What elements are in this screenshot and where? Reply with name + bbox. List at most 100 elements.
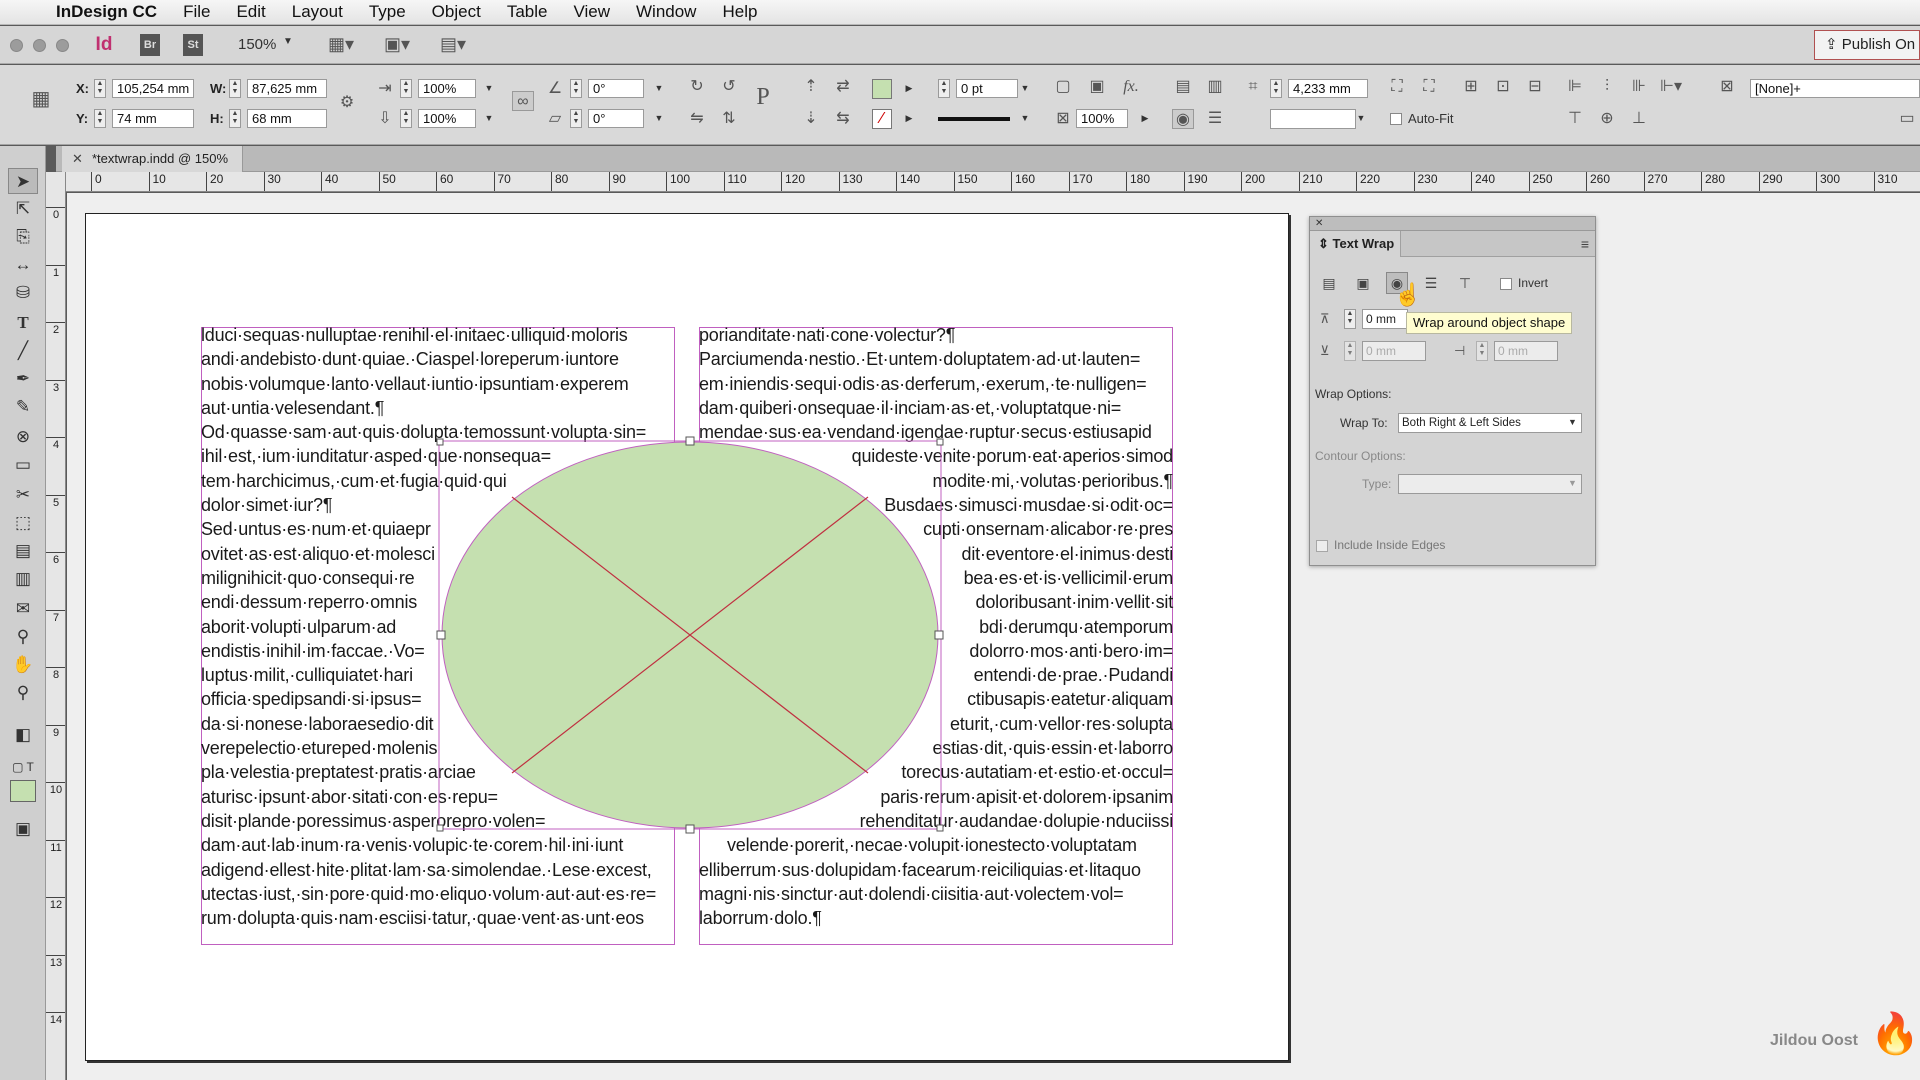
- center-content-icon[interactable]: ⊡: [1492, 77, 1514, 97]
- direct-selection-tool-icon[interactable]: ⇱: [8, 196, 38, 222]
- document-tab[interactable]: ✕ *textwrap.indd @ 150%: [62, 146, 244, 172]
- selection-handle[interactable]: [936, 824, 944, 832]
- fill-stroke-icon[interactable]: ◧: [8, 722, 38, 748]
- align-top-icon[interactable]: ⊤: [1564, 109, 1586, 129]
- menu-object[interactable]: Object: [432, 2, 481, 22]
- menu-table[interactable]: Table: [507, 2, 548, 22]
- contour-type-select[interactable]: [1398, 474, 1582, 494]
- selection-handle[interactable]: [936, 438, 944, 446]
- select-container-icon[interactable]: ⇡: [800, 77, 822, 97]
- menu-help[interactable]: Help: [722, 2, 757, 22]
- close-icon[interactable]: ✕: [1315, 218, 1323, 229]
- menu-layout[interactable]: Layout: [292, 2, 343, 22]
- stock-icon[interactable]: St: [183, 34, 203, 56]
- selection-handle[interactable]: [934, 630, 944, 640]
- chevron-down-icon[interactable]: ▼: [1018, 79, 1032, 98]
- right-offset-field[interactable]: 0 mm: [1494, 341, 1558, 361]
- x-stepper[interactable]: ▲ ▼: [94, 79, 106, 98]
- fit-content-icon[interactable]: ⛶: [1418, 77, 1440, 97]
- view-options-icon[interactable]: ▦▾: [328, 34, 354, 55]
- stroke-none-swatch[interactable]: ⁄: [872, 109, 892, 129]
- wrap-bounding-box-icon[interactable]: ▣: [1352, 272, 1374, 294]
- align-bottom-icon[interactable]: ⊥: [1628, 109, 1650, 129]
- align-vertical-center-icon[interactable]: ⊕: [1596, 109, 1618, 129]
- top-offset-stepper[interactable]: ▲ ▼: [1344, 309, 1356, 329]
- window-close-button[interactable]: [10, 39, 23, 52]
- wrap-to-select[interactable]: Both Right & Left Sides: [1398, 413, 1582, 433]
- y-field[interactable]: 74 mm: [112, 109, 194, 128]
- panel-top-bar[interactable]: ✕: [1310, 217, 1595, 231]
- align-horizontal-center-icon[interactable]: ⫶: [1596, 77, 1618, 97]
- align-center-icon[interactable]: ☰: [1204, 109, 1226, 129]
- opacity-dropdown-arrow[interactable]: ▶: [1138, 109, 1152, 128]
- text-wrap-tab[interactable]: ⇕ Text Wrap: [1310, 231, 1401, 257]
- free-transform-tool-icon[interactable]: ⬚: [8, 510, 38, 536]
- gradient-feather-tool-icon[interactable]: ▥: [8, 566, 38, 592]
- fx-icon[interactable]: fx.: [1120, 77, 1142, 97]
- stroke-weight-field[interactable]: 0 pt: [956, 79, 1018, 98]
- ellipse-graphic-frame[interactable]: [430, 436, 946, 836]
- include-inside-edges-checkbox[interactable]: [1316, 540, 1328, 552]
- eyedropper-tool-icon[interactable]: ⚲: [8, 624, 38, 650]
- bottom-offset-field[interactable]: 0 mm: [1362, 341, 1426, 361]
- zoom-tool-icon[interactable]: ⚲: [8, 680, 38, 706]
- x-field[interactable]: 105,254 mm: [112, 79, 194, 98]
- selection-handle[interactable]: [685, 436, 695, 446]
- chevron-down-icon[interactable]: ▼: [652, 79, 666, 98]
- scale-x-stepper[interactable]: ▲ ▼: [400, 79, 412, 98]
- size-stepper[interactable]: ▲ ▼: [1270, 79, 1282, 98]
- shear-stepper[interactable]: ▲ ▼: [570, 109, 582, 128]
- panel-menu-icon[interactable]: ≡: [1581, 236, 1589, 252]
- link-icon[interactable]: ∞: [512, 91, 534, 111]
- chevron-down-icon[interactable]: ▼: [482, 109, 496, 128]
- h-stepper[interactable]: ▲ ▼: [229, 109, 241, 128]
- gradient-swatch-tool-icon[interactable]: ▤: [8, 538, 38, 564]
- publish-online-button[interactable]: ⇪ Publish On: [1814, 30, 1920, 60]
- zoom-level-dropdown[interactable]: 150%: [238, 36, 276, 53]
- page-tool-icon[interactable]: ⎘: [8, 224, 38, 250]
- rectangle-tool-icon[interactable]: ▭: [8, 452, 38, 478]
- shadow-icon[interactable]: ▣: [1086, 77, 1108, 97]
- fit-frame-icon[interactable]: ⛶: [1386, 77, 1408, 97]
- vertical-ruler[interactable]: 0 1 2 3 4 5 6 7 8 9 10 11 12 13 14: [46, 172, 66, 1080]
- w-field[interactable]: 87,625 mm: [247, 79, 327, 98]
- align-left-icon[interactable]: ⊫: [1564, 77, 1586, 97]
- select-content-icon[interactable]: ⇣: [800, 109, 822, 129]
- flip-horizontal-icon[interactable]: ⇋: [686, 109, 708, 129]
- bridge-icon[interactable]: Br: [140, 34, 160, 56]
- scale-y-field[interactable]: 100%: [418, 109, 476, 128]
- reference-point-icon[interactable]: ▦: [30, 89, 52, 109]
- invert-checkbox[interactable]: [1500, 278, 1512, 290]
- stroke-type-preview[interactable]: [938, 117, 1010, 121]
- fill-dropdown-arrow[interactable]: ▶: [902, 79, 916, 98]
- line-tool-icon[interactable]: ╱: [8, 338, 38, 364]
- select-next-icon[interactable]: ⇆: [832, 109, 854, 129]
- pen-tool-icon[interactable]: ✒: [8, 366, 38, 392]
- chevron-down-icon[interactable]: ▼: [482, 79, 496, 98]
- text-wrap-active-icon[interactable]: ◉: [1172, 109, 1194, 129]
- menu-file[interactable]: File: [183, 2, 210, 22]
- selection-handle[interactable]: [436, 438, 444, 446]
- scale-y-stepper[interactable]: ▲ ▼: [400, 109, 412, 128]
- formatting-affects-icon[interactable]: ▢ T: [8, 754, 38, 780]
- object-style-field[interactable]: [None]+: [1750, 79, 1920, 98]
- menu-app-name[interactable]: InDesign CC: [56, 2, 157, 22]
- corner-shape-dropdown[interactable]: [1270, 109, 1356, 129]
- object-style-icon[interactable]: ⊠: [1716, 77, 1738, 97]
- scale-x-field[interactable]: 100%: [418, 79, 476, 98]
- right-offset-stepper[interactable]: ▲ ▼: [1476, 341, 1488, 361]
- opacity-field[interactable]: 100%: [1076, 109, 1128, 128]
- jump-next-column-icon[interactable]: ⊤: [1454, 272, 1476, 294]
- chevron-down-icon[interactable]: ▼: [1568, 417, 1577, 427]
- no-text-wrap-icon[interactable]: ▤: [1318, 272, 1340, 294]
- rotate-field[interactable]: 0°: [588, 79, 644, 98]
- gap-tool-icon[interactable]: ↔: [8, 252, 38, 278]
- constrain-proportions-icon[interactable]: ⚙: [336, 93, 358, 113]
- size-field[interactable]: 4,233 mm: [1288, 79, 1368, 98]
- frame-grid-icon[interactable]: ▥: [1204, 77, 1226, 97]
- menu-window[interactable]: Window: [636, 2, 696, 22]
- screen-mode-icon[interactable]: ▣: [8, 816, 38, 842]
- chevron-down-icon[interactable]: ▼: [1568, 478, 1577, 488]
- horizontal-ruler[interactable]: 0 10 20 30 40 50 60 70 80 90 100 110 120 130 140 150 160…: [56, 172, 1920, 192]
- panel-options-icon[interactable]: ▭: [1896, 109, 1918, 129]
